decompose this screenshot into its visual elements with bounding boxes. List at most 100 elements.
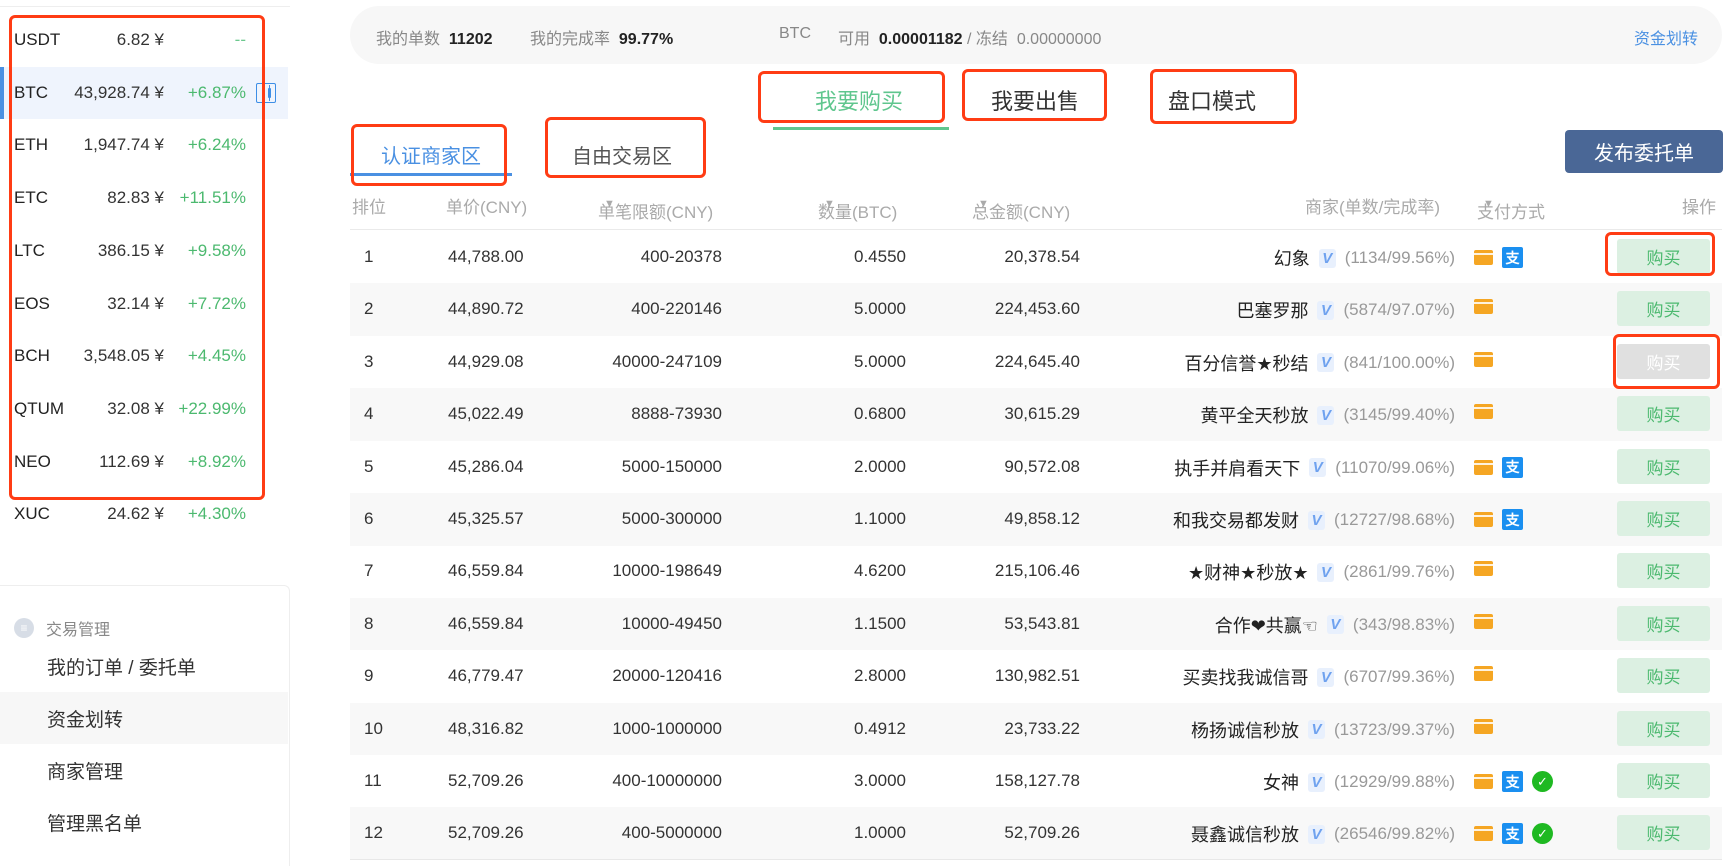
cell-merchant: 百分信誉★秒结 V (841/100.00%): [1184, 350, 1455, 376]
merchant-name[interactable]: 黄平全天秒放: [1200, 402, 1308, 428]
cell-limit: 5000-150000: [621, 456, 722, 476]
menu-item-4[interactable]: 管理黑名单: [0, 796, 288, 848]
publish-order-button[interactable]: 发布委托单: [1565, 130, 1723, 173]
table-bottom-divider: [350, 859, 1722, 860]
buy-button[interactable]: 购买: [1617, 448, 1710, 484]
cell-limit: 10000-49450: [621, 613, 722, 633]
tab-verified-merchants[interactable]: 认证商家区: [381, 140, 481, 169]
filter-down-icon[interactable]: ▼: [1483, 198, 1494, 210]
table-row: 6 45,325.57 5000-300000 1.1000 49,858.12 和我交易…: [350, 493, 1722, 546]
merchant-name[interactable]: 和我交易都发财: [1173, 507, 1299, 533]
buy-button[interactable]: 购买: [1617, 710, 1710, 746]
coin-row-btc[interactable]: BTC 43,928.74 ¥ +6.87%: [0, 66, 288, 119]
buy-button[interactable]: 购买: [1617, 343, 1710, 379]
buy-button[interactable]: 购买: [1617, 553, 1710, 589]
merchant-name[interactable]: ★财神★秒放★: [1188, 559, 1308, 585]
cell-rank: 7: [364, 561, 374, 581]
candlestick-chart-icon[interactable]: [256, 82, 276, 103]
cell-total: 224,453.60: [994, 299, 1080, 319]
fund-transfer-link[interactable]: 资金划转: [1634, 25, 1698, 49]
coin-symbol: XUC: [14, 504, 50, 524]
cell-price: 45,022.49: [448, 404, 524, 424]
tab-orderbook-mode[interactable]: 盘口模式: [1168, 84, 1256, 116]
cell-limit: 400-10000000: [612, 771, 722, 790]
coin-price: 32.14 ¥: [107, 293, 164, 313]
coin-symbol: BTC: [14, 82, 48, 102]
verified-badge-icon: V: [1317, 300, 1335, 320]
coin-row-neo[interactable]: NEO 112.69 ¥ +8.92%: [0, 436, 288, 488]
buy-button[interactable]: 购买: [1617, 501, 1710, 536]
tab-buy[interactable]: 我要购买: [815, 84, 903, 116]
buy-button[interactable]: 购买: [1617, 605, 1710, 641]
active-indicator: [0, 66, 4, 119]
coin-row-etc[interactable]: ETC 82.83 ¥ +11.51%: [0, 172, 288, 224]
bank-card-icon: [1474, 666, 1493, 682]
cell-total: 90,572.08: [1004, 456, 1080, 476]
sort-down-icon[interactable]: ▼: [824, 198, 835, 210]
bank-card-icon: [1474, 826, 1493, 842]
coin-price: 386.15 ¥: [97, 240, 164, 260]
cell-rank: 12: [364, 823, 383, 843]
sort-down-icon[interactable]: ▼: [978, 198, 989, 210]
alipay-icon: 支: [1502, 456, 1523, 478]
coin-row-eos[interactable]: EOS 32.14 ¥ +7.72%: [0, 278, 288, 330]
coin-price: 24.62 ¥: [107, 504, 164, 524]
cell-qty: 1.0000: [854, 823, 906, 843]
merchant-name[interactable]: 买卖找我诚信哥: [1182, 664, 1308, 690]
cell-rank: 1: [364, 247, 374, 266]
coin-price: 3,548.05 ¥: [83, 346, 164, 366]
verified-badge-icon: V: [1317, 405, 1335, 425]
coin-change: +9.58%: [187, 240, 246, 260]
merchant-name[interactable]: 巴塞罗那: [1236, 297, 1308, 323]
asset-symbol: BTC: [779, 25, 811, 42]
merchant-name[interactable]: 女神: [1263, 769, 1299, 795]
cell-price: 52,709.26: [448, 823, 524, 843]
buy-button[interactable]: 购买: [1617, 239, 1710, 274]
buy-button[interactable]: 购买: [1617, 763, 1710, 798]
merchant-name[interactable]: 幻象: [1274, 245, 1310, 271]
menu-item-3[interactable]: 商家管理: [0, 744, 288, 796]
cell-merchant: 聂鑫诚信秒放 V (26546/99.82%): [1191, 821, 1455, 847]
cell-total: 215,106.46: [994, 561, 1080, 581]
header-merchant: 商家(单数/完成率): [1305, 198, 1441, 217]
merchant-name[interactable]: 执手并肩看天下: [1174, 455, 1300, 481]
table-row: 9 46,779.47 20000-120416 2.8000 130,982.51 买卖…: [350, 650, 1722, 703]
bank-card-icon: [1474, 299, 1493, 315]
coin-price: 112.69 ¥: [99, 451, 164, 471]
coin-row-bch[interactable]: BCH 3,548.05 ¥ +4.45%: [0, 330, 288, 382]
cell-price: 44,788.00: [448, 247, 524, 266]
table-row: 4 45,022.49 8888-73930 0.6800 30,615.29 黄平全天秒…: [350, 388, 1722, 441]
cell-payment-methods: 支: [1474, 247, 1523, 268]
menu-item-2[interactable]: 资金划转: [0, 692, 288, 744]
coin-price: 6.82 ¥: [116, 30, 164, 49]
menu-item-1[interactable]: 我的订单 / 委托单: [0, 640, 288, 692]
cell-rank: 2: [364, 299, 374, 319]
merchant-name[interactable]: 杨扬诚信秒放: [1191, 717, 1299, 743]
sidebar-menu: ≡ 交易管理 我的订单 / 委托单 资金划转 商家管理 管理黑名单: [0, 585, 290, 866]
coin-price: 43,928.74 ¥: [74, 82, 164, 102]
coin-row-eth[interactable]: ETH 1,947.74 ¥ +6.24%: [0, 119, 288, 171]
merchant-name[interactable]: 聂鑫诚信秒放: [1191, 821, 1299, 847]
table-row: 12 52,709.26 400-5000000 1.0000 52,709.26 聂鑫诚…: [350, 807, 1722, 860]
cell-merchant: 幻象 V (1134/99.56%): [1274, 245, 1455, 271]
coin-row-qtum[interactable]: QTUM 32.08 ¥ +22.99%: [0, 383, 288, 435]
merchant-name[interactable]: 百分信誉★秒结: [1184, 350, 1308, 376]
cell-payment-methods: [1474, 299, 1493, 315]
buy-button[interactable]: 购买: [1617, 658, 1710, 694]
cell-payment-methods: 支 ✓: [1474, 771, 1553, 792]
coin-row-ltc[interactable]: LTC 386.15 ¥ +9.58%: [0, 225, 288, 277]
buy-button[interactable]: 购买: [1617, 815, 1710, 851]
header-action: 操作: [1682, 198, 1716, 217]
coin-row-xuc[interactable]: XUC 24.62 ¥ +4.30%: [0, 488, 288, 540]
coin-row-usdt[interactable]: USDT 6.82 ¥ --: [0, 14, 288, 66]
merchant-name[interactable]: 合作❤共赢☜: [1215, 612, 1318, 638]
sort-down-icon[interactable]: ▼: [604, 198, 615, 210]
table-header: 排位 单价(CNY) 单笔限额(CNY) ▼ 数量(BTC) ▼ 总金额(CNY) ▼…: [350, 188, 1722, 230]
cell-merchant: 执手并肩看天下 V (11070/99.06%): [1174, 455, 1455, 481]
merchant-stats: (13723/99.37%): [1334, 719, 1455, 739]
buy-button[interactable]: 购买: [1617, 396, 1710, 432]
buy-button[interactable]: 购买: [1617, 291, 1710, 327]
wechat-pay-icon: ✓: [1532, 771, 1553, 792]
tab-sell[interactable]: 我要出售: [991, 84, 1079, 116]
tab-free-trade[interactable]: 自由交易区: [572, 140, 672, 169]
